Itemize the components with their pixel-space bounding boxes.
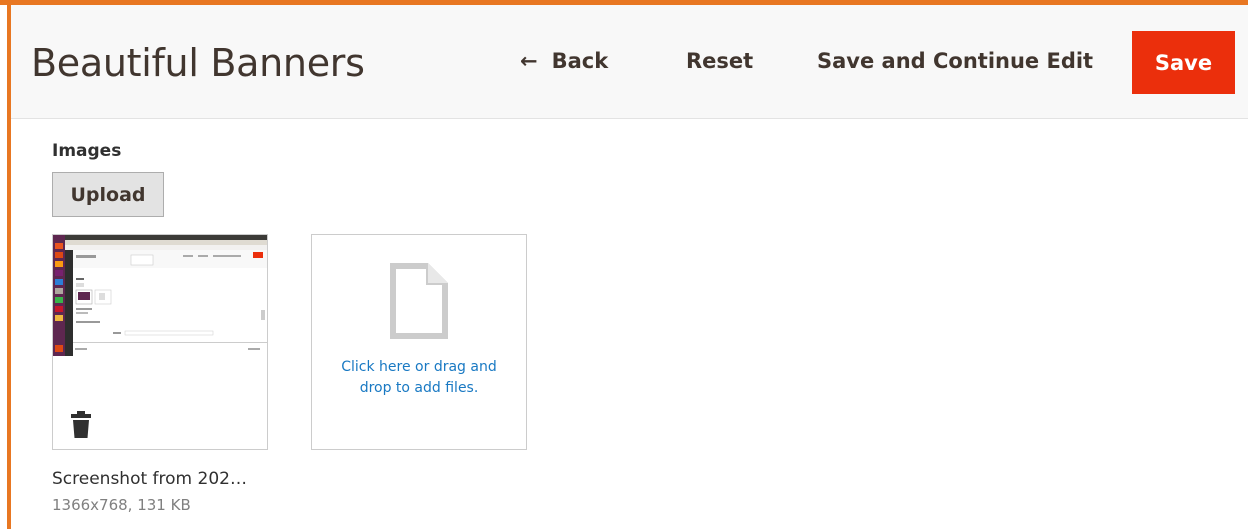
image-thumbnail[interactable] <box>53 235 267 356</box>
image-thumbnail-card[interactable] <box>52 234 268 450</box>
file-dropzone[interactable]: Click here or drag and drop to add files… <box>311 234 527 450</box>
image-file-meta: 1366x768, 131 KB <box>52 496 191 514</box>
back-button-label: Back <box>551 49 609 73</box>
upload-button[interactable]: Upload <box>52 172 164 217</box>
arrow-left-icon: ← <box>520 49 538 73</box>
dropzone-instructions[interactable]: Click here or drag and drop to add files… <box>332 357 506 399</box>
back-button[interactable]: ← Back <box>520 49 608 73</box>
save-and-continue-button[interactable]: Save and Continue Edit <box>817 49 1093 73</box>
page-actions-header: Beautiful Banners ← Back Reset Save and C… <box>11 5 1248 119</box>
save-button[interactable]: Save <box>1132 31 1235 94</box>
page-title: Beautiful Banners <box>31 41 365 85</box>
trash-icon[interactable] <box>70 411 92 439</box>
file-icon <box>390 263 448 344</box>
image-file-name: Screenshot from 202… <box>52 469 247 489</box>
images-section-label: Images <box>52 141 122 161</box>
reset-button[interactable]: Reset <box>686 49 753 73</box>
